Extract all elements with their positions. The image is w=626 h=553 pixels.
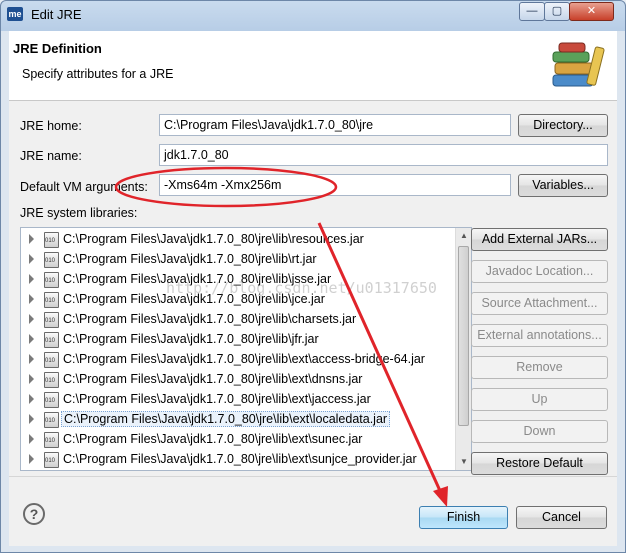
eclipse-me-icon: me <box>7 7 23 21</box>
expand-arrow-icon[interactable] <box>29 374 34 384</box>
expand-arrow-icon[interactable] <box>29 414 34 424</box>
library-path: C:\Program Files\Java\jdk1.7.0_80\jre\li… <box>63 312 357 326</box>
jar-file-icon <box>44 352 59 368</box>
vm-args-input[interactable]: -Xms64m -Xmx256m <box>159 174 511 196</box>
help-icon[interactable]: ? <box>23 503 45 525</box>
expand-arrow-icon[interactable] <box>29 394 34 404</box>
restore-default-button[interactable]: Restore Default <box>471 452 608 475</box>
finish-button[interactable]: Finish <box>419 506 508 529</box>
library-row[interactable]: C:\Program Files\Java\jdk1.7.0_80\jre\li… <box>21 450 455 470</box>
jar-file-icon <box>44 392 59 408</box>
expand-arrow-icon[interactable] <box>29 234 34 244</box>
expand-arrow-icon[interactable] <box>29 434 34 444</box>
window-title: Edit JRE <box>31 7 82 22</box>
expand-arrow-icon[interactable] <box>29 254 34 264</box>
title-bar[interactable]: me Edit JRE — ▢ ✕ <box>1 1 625 29</box>
library-row[interactable]: C:\Program Files\Java\jdk1.7.0_80\jre\li… <box>21 370 455 390</box>
library-path: C:\Program Files\Java\jdk1.7.0_80\jre\li… <box>63 372 363 386</box>
source-attachment-button[interactable]: Source Attachment... <box>471 292 608 315</box>
library-path: C:\Program Files\Java\jdk1.7.0_80\jre\li… <box>63 352 425 366</box>
jar-file-icon <box>44 452 59 468</box>
scroll-down-icon[interactable]: ▼ <box>456 454 471 470</box>
library-path: C:\Program Files\Java\jdk1.7.0_80\jre\li… <box>63 232 364 246</box>
library-row[interactable]: C:\Program Files\Java\jdk1.7.0_80\jre\li… <box>21 230 455 250</box>
directory-button[interactable]: Directory... <box>518 114 608 137</box>
expand-arrow-icon[interactable] <box>29 354 34 364</box>
up-button[interactable]: Up <box>471 388 608 411</box>
variables-button[interactable]: Variables... <box>518 174 608 197</box>
down-button[interactable]: Down <box>471 420 608 443</box>
expand-arrow-icon[interactable] <box>29 294 34 304</box>
library-row[interactable]: C:\Program Files\Java\jdk1.7.0_80\jre\li… <box>21 390 455 410</box>
library-row[interactable]: C:\Program Files\Java\jdk1.7.0_80\jre\li… <box>21 430 455 450</box>
remove-button[interactable]: Remove <box>471 356 608 379</box>
libraries-scrollbar[interactable]: ▲ ▼ <box>455 228 471 470</box>
libraries-rows: C:\Program Files\Java\jdk1.7.0_80\jre\li… <box>21 230 455 470</box>
libraries-tree[interactable]: C:\Program Files\Java\jdk1.7.0_80\jre\li… <box>20 227 472 471</box>
library-path: C:\Program Files\Java\jdk1.7.0_80\jre\li… <box>63 252 317 266</box>
library-path: C:\Program Files\Java\jdk1.7.0_80\jre\li… <box>63 392 371 406</box>
library-row[interactable]: C:\Program Files\Java\jdk1.7.0_80\jre\li… <box>21 310 455 330</box>
watermark-text: http://blog.csdn.net/u01317650 <box>166 279 437 297</box>
scroll-thumb[interactable] <box>458 246 469 426</box>
expand-arrow-icon[interactable] <box>29 274 34 284</box>
edit-jre-dialog: me Edit JRE — ▢ ✕ JRE Definition Specify… <box>0 0 626 553</box>
scroll-up-icon[interactable]: ▲ <box>456 228 471 244</box>
library-path: C:\Program Files\Java\jdk1.7.0_80\jre\li… <box>63 432 363 446</box>
expand-arrow-icon[interactable] <box>29 334 34 344</box>
dialog-footer: ? Finish Cancel <box>9 476 617 546</box>
jar-file-icon <box>44 312 59 328</box>
jre-name-label: JRE name: <box>20 149 82 163</box>
library-path: C:\Program Files\Java\jdk1.7.0_80\jre\li… <box>63 332 319 346</box>
library-path: C:\Program Files\Java\jdk1.7.0_80\jre\li… <box>61 411 391 427</box>
libraries-label: JRE system libraries: <box>20 206 138 220</box>
library-row[interactable]: C:\Program Files\Java\jdk1.7.0_80\jre\li… <box>21 250 455 270</box>
library-row[interactable]: C:\Program Files\Java\jdk1.7.0_80\jre\li… <box>21 330 455 350</box>
add-external-jars-button[interactable]: Add External JARs... <box>471 228 608 251</box>
jar-file-icon <box>44 372 59 388</box>
vm-args-label: Default VM arguments: <box>20 180 148 194</box>
minimize-button[interactable]: — <box>519 2 545 21</box>
jar-file-icon <box>44 412 59 428</box>
header-title: JRE Definition <box>13 41 102 56</box>
close-button[interactable]: ✕ <box>569 2 614 21</box>
jar-file-icon <box>44 252 59 268</box>
library-row[interactable]: C:\Program Files\Java\jdk1.7.0_80\jre\li… <box>21 410 455 430</box>
library-path: C:\Program Files\Java\jdk1.7.0_80\jre\li… <box>63 452 417 466</box>
javadoc-location-button[interactable]: Javadoc Location... <box>471 260 608 283</box>
header-subtitle: Specify attributes for a JRE <box>22 67 174 81</box>
dialog-header: JRE Definition Specify attributes for a … <box>9 31 617 101</box>
jar-file-icon <box>44 332 59 348</box>
jar-file-icon <box>44 292 59 308</box>
jar-file-icon <box>44 432 59 448</box>
jre-name-input[interactable]: jdk1.7.0_80 <box>159 144 608 166</box>
external-annotations-button[interactable]: External annotations... <box>471 324 608 347</box>
expand-arrow-icon[interactable] <box>29 314 34 324</box>
jre-home-input[interactable]: C:\Program Files\Java\jdk1.7.0_80\jre <box>159 114 511 136</box>
library-row[interactable]: C:\Program Files\Java\jdk1.7.0_80\jre\li… <box>21 350 455 370</box>
jar-file-icon <box>44 272 59 288</box>
expand-arrow-icon[interactable] <box>29 454 34 464</box>
jre-home-label: JRE home: <box>20 119 82 133</box>
cancel-button[interactable]: Cancel <box>516 506 607 529</box>
maximize-button[interactable]: ▢ <box>544 2 570 21</box>
books-icon <box>552 42 605 87</box>
jar-file-icon <box>44 232 59 248</box>
